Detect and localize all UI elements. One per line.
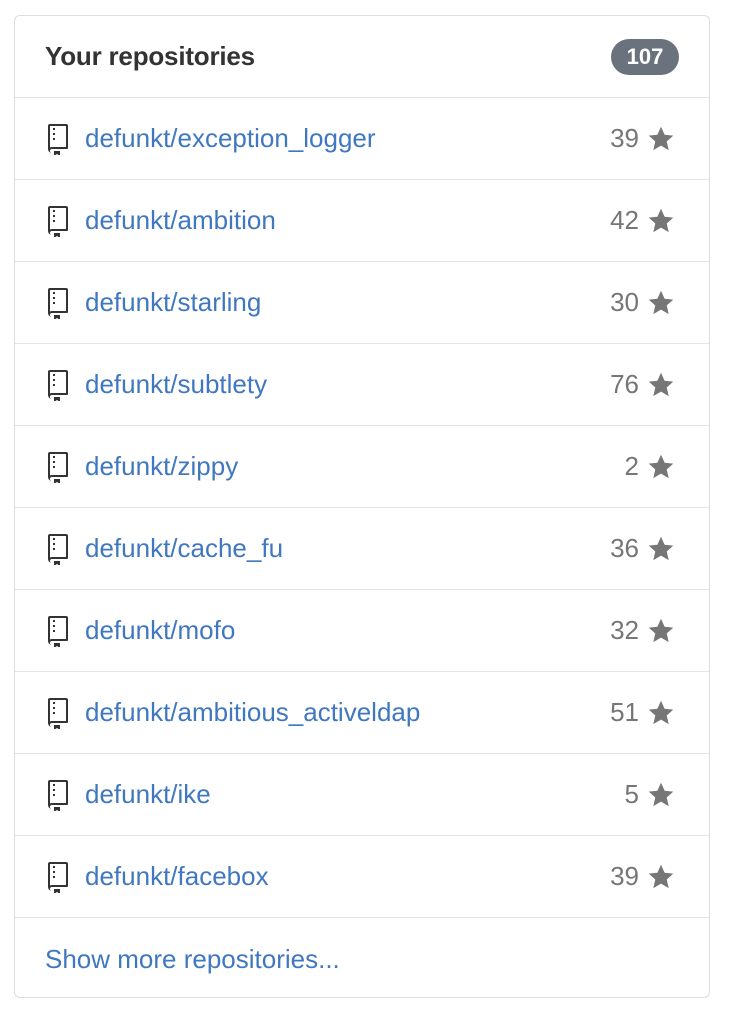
repository-link[interactable]: defunkt/exception_logger — [85, 123, 610, 154]
stargazers[interactable]: 30 — [610, 287, 675, 318]
panel-title: Your repositories — [45, 41, 255, 71]
repository-item: defunkt/cache_fu 36 — [15, 508, 709, 590]
stargazers[interactable]: 36 — [610, 533, 675, 564]
repository-item: defunkt/mofo 32 — [15, 590, 709, 672]
stargazers[interactable]: 2 — [625, 451, 675, 482]
repository-link[interactable]: defunkt/cache_fu — [85, 533, 610, 564]
star-count: 42 — [610, 205, 639, 235]
repository-item: defunkt/zippy 2 — [15, 426, 709, 508]
repository-count-badge: 107 — [611, 38, 679, 75]
star-icon — [647, 863, 675, 891]
repo-icon — [45, 860, 71, 894]
repo-icon — [45, 696, 71, 730]
star-icon — [647, 289, 675, 317]
star-icon — [647, 453, 675, 481]
repo-icon — [45, 368, 71, 402]
repo-icon — [45, 286, 71, 320]
star-count: 30 — [610, 287, 639, 317]
stargazers[interactable]: 39 — [610, 123, 675, 154]
repository-item: defunkt/facebox 39 — [15, 836, 709, 918]
stargazers[interactable]: 32 — [610, 615, 675, 646]
star-count: 76 — [610, 369, 639, 399]
repositories-panel: Your repositories 107 defunkt/exception_… — [14, 15, 710, 998]
repository-item: defunkt/starling 30 — [15, 262, 709, 344]
star-count: 2 — [624, 451, 639, 481]
star-count: 5 — [624, 779, 639, 809]
repository-item: defunkt/ambition 42 — [15, 180, 709, 262]
star-icon — [647, 207, 675, 235]
repo-icon — [45, 122, 71, 156]
star-count: 32 — [610, 615, 639, 645]
star-icon — [647, 371, 675, 399]
stargazers[interactable]: 42 — [610, 205, 675, 236]
repository-item: defunkt/exception_logger 39 — [15, 98, 709, 180]
star-icon — [647, 781, 675, 809]
repo-icon — [45, 614, 71, 648]
star-count: 36 — [610, 533, 639, 563]
panel-header: Your repositories 107 — [15, 16, 709, 98]
repository-link[interactable]: defunkt/subtlety — [85, 369, 610, 400]
star-count: 51 — [610, 697, 639, 727]
repository-link[interactable]: defunkt/mofo — [85, 615, 610, 646]
repository-item: defunkt/ambitious_activeldap 51 — [15, 672, 709, 754]
repository-item: defunkt/ike 5 — [15, 754, 709, 836]
star-count: 39 — [610, 861, 639, 891]
repository-link[interactable]: defunkt/ambitious_activeldap — [85, 697, 610, 728]
repository-link[interactable]: defunkt/ambition — [85, 205, 610, 236]
stargazers[interactable]: 39 — [610, 861, 675, 892]
star-count: 39 — [610, 123, 639, 153]
stargazers[interactable]: 51 — [610, 697, 675, 728]
repository-link[interactable]: defunkt/ike — [85, 779, 625, 810]
stargazers[interactable]: 76 — [610, 369, 675, 400]
show-more-container: Show more repositories... — [15, 918, 709, 997]
repo-icon — [45, 450, 71, 484]
stargazers[interactable]: 5 — [625, 779, 675, 810]
repository-link[interactable]: defunkt/facebox — [85, 861, 610, 892]
repo-icon — [45, 532, 71, 566]
star-icon — [647, 535, 675, 563]
repository-list: defunkt/exception_logger 39 defunkt/ambi… — [15, 98, 709, 918]
show-more-repositories-link[interactable]: Show more repositories... — [45, 944, 340, 975]
star-icon — [647, 617, 675, 645]
repo-icon — [45, 204, 71, 238]
repository-link[interactable]: defunkt/zippy — [85, 451, 625, 482]
star-icon — [647, 699, 675, 727]
repository-item: defunkt/subtlety 76 — [15, 344, 709, 426]
star-icon — [647, 125, 675, 153]
repository-link[interactable]: defunkt/starling — [85, 287, 610, 318]
repo-icon — [45, 778, 71, 812]
